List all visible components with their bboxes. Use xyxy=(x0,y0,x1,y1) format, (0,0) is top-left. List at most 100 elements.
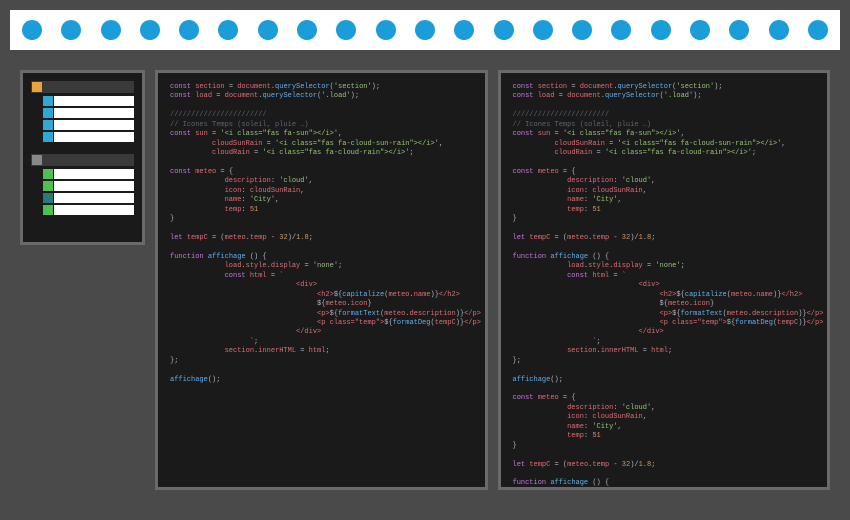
code-line xyxy=(513,451,816,460)
code-line xyxy=(513,470,816,479)
code-line: const section = document.querySelector('… xyxy=(513,83,816,92)
nav-dot[interactable] xyxy=(179,20,199,40)
nav-dot[interactable] xyxy=(336,20,356,40)
code-line: const section = document.querySelector('… xyxy=(170,83,473,92)
file-item[interactable] xyxy=(43,169,134,179)
code-line: description: 'cloud', xyxy=(513,177,816,186)
top-dot-strip xyxy=(10,10,840,50)
folder-header[interactable] xyxy=(31,154,134,166)
file-label xyxy=(54,120,134,130)
code-line: temp: 51 xyxy=(513,432,816,441)
code-line: <p>${formatText(meteo.description)}</p> xyxy=(513,310,816,319)
code-line xyxy=(513,243,816,252)
code-line xyxy=(513,385,816,394)
code-line: load.style.display = 'none'; xyxy=(513,262,816,271)
code-line: <p class="temp">${formatDeg(tempC)}</p> xyxy=(513,319,816,328)
code-line: function affichage () { xyxy=(513,479,816,488)
nav-dot[interactable] xyxy=(297,20,317,40)
code-line: } xyxy=(513,215,816,224)
code-line: const sun = '<i class="fas fa-sun"></i>'… xyxy=(513,130,816,139)
nav-dot[interactable] xyxy=(729,20,749,40)
code-line: ${meteo.icon} xyxy=(513,300,816,309)
code-editor-right[interactable]: const section = document.querySelector('… xyxy=(498,70,831,490)
file-label xyxy=(54,108,134,118)
code-line xyxy=(513,159,816,168)
code-line xyxy=(513,102,816,111)
code-line xyxy=(170,225,473,234)
code-line: description: 'cloud', xyxy=(170,177,473,186)
nav-dot[interactable] xyxy=(808,20,828,40)
code-line: name: 'City', xyxy=(170,196,473,205)
code-line: temp: 51 xyxy=(513,206,816,215)
file-icon xyxy=(43,205,53,215)
file-item[interactable] xyxy=(43,132,134,142)
nav-dot[interactable] xyxy=(769,20,789,40)
file-item[interactable] xyxy=(43,108,134,118)
code-line: icon: cloudSunRain, xyxy=(170,187,473,196)
nav-dot[interactable] xyxy=(140,20,160,40)
code-line: </div> xyxy=(513,328,816,337)
nav-dot[interactable] xyxy=(61,20,81,40)
nav-dot[interactable] xyxy=(533,20,553,40)
nav-dot[interactable] xyxy=(651,20,671,40)
file-icon xyxy=(43,120,53,130)
code-line xyxy=(513,225,816,234)
nav-dot[interactable] xyxy=(101,20,121,40)
file-icon xyxy=(43,108,53,118)
code-line: affichage(); xyxy=(170,376,473,385)
file-icon xyxy=(43,193,53,203)
code-line: affichage(); xyxy=(513,376,816,385)
code-line xyxy=(513,366,816,375)
code-line: const sun = '<i class="fas fa-sun"></i>'… xyxy=(170,130,473,139)
file-item[interactable] xyxy=(43,120,134,130)
code-line: const meteo = { xyxy=(170,168,473,177)
code-line: <p class="temp">${formatDeg(tempC)}</p> xyxy=(170,319,473,328)
code-line: function affichage () { xyxy=(170,253,473,262)
nav-dot[interactable] xyxy=(415,20,435,40)
file-icon xyxy=(43,181,53,191)
code-line: const html = ` xyxy=(513,272,816,281)
code-line: name: 'City', xyxy=(513,423,816,432)
folder-header[interactable] xyxy=(31,81,134,93)
code-line: let tempC = (meteo.temp - 32)/1.8; xyxy=(170,234,473,243)
main-area: const section = document.querySelector('… xyxy=(10,60,840,500)
code-line: `; xyxy=(513,338,816,347)
file-item[interactable] xyxy=(43,205,134,215)
code-line: const load = document.querySelector('.lo… xyxy=(170,92,473,101)
folder-icon xyxy=(32,155,42,165)
file-item[interactable] xyxy=(43,96,134,106)
nav-dot[interactable] xyxy=(376,20,396,40)
file-explorer[interactable] xyxy=(20,70,145,245)
code-line: // Icones Temps (soleil, pluie …) xyxy=(170,121,473,130)
code-line: <p>${formatText(meteo.description)}</p> xyxy=(170,310,473,319)
file-icon xyxy=(43,132,53,142)
nav-dot[interactable] xyxy=(22,20,42,40)
nav-dot[interactable] xyxy=(258,20,278,40)
code-line: /////////////////////// xyxy=(513,111,816,120)
code-line: ${meteo.icon} xyxy=(170,300,473,309)
code-line: /////////////////////// xyxy=(170,111,473,120)
file-label xyxy=(54,96,134,106)
code-editor-left[interactable]: const section = document.querySelector('… xyxy=(155,70,488,490)
nav-dot[interactable] xyxy=(494,20,514,40)
code-line: const meteo = { xyxy=(513,168,816,177)
file-item[interactable] xyxy=(43,193,134,203)
code-line: const meteo = { xyxy=(513,394,816,403)
nav-dot[interactable] xyxy=(690,20,710,40)
code-line: <div> xyxy=(513,281,816,290)
nav-dot[interactable] xyxy=(454,20,474,40)
nav-dot[interactable] xyxy=(218,20,238,40)
file-icon xyxy=(43,169,53,179)
code-line: section.innerHTML = html; xyxy=(170,347,473,356)
code-line xyxy=(170,243,473,252)
code-line: function affichage () { xyxy=(513,253,816,262)
file-label xyxy=(54,132,134,142)
code-line: }; xyxy=(513,357,816,366)
code-line: load.style.display = 'none'; xyxy=(170,262,473,271)
nav-dot[interactable] xyxy=(572,20,592,40)
nav-dot[interactable] xyxy=(611,20,631,40)
code-line: <div> xyxy=(170,281,473,290)
file-item[interactable] xyxy=(43,181,134,191)
file-label xyxy=(54,193,134,203)
code-line xyxy=(170,366,473,375)
